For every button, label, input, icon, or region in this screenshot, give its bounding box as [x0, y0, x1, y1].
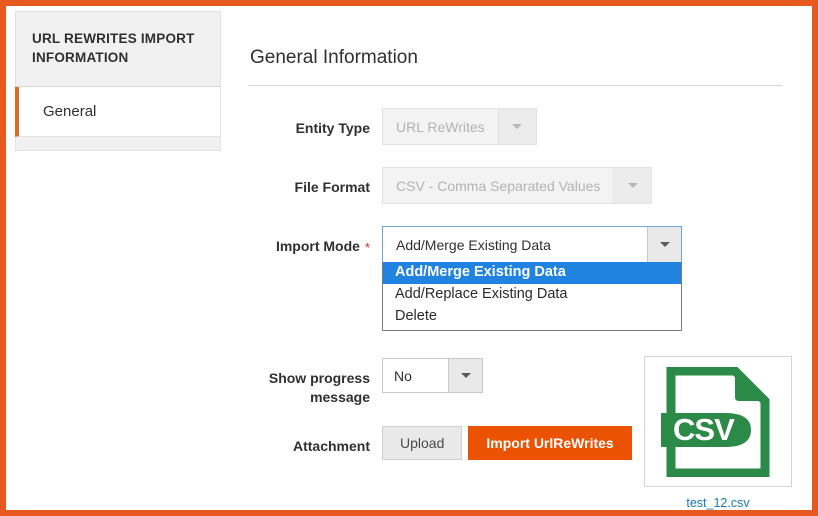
page-title: General Information	[248, 11, 782, 86]
file-format-select: CSV - Comma Separated Values	[382, 167, 652, 204]
sidebar-item-general[interactable]: General	[15, 87, 221, 137]
field-row-file-format: File Format CSV - Comma Separated Values	[248, 167, 793, 204]
csv-file-icon: CSV	[659, 367, 777, 477]
sidebar-item-label: General	[43, 103, 96, 120]
attachment-thumbnail[interactable]: CSV	[644, 356, 792, 487]
entity-type-label: Entity Type	[248, 108, 370, 138]
chevron-down-icon	[628, 183, 638, 188]
file-format-arrow	[613, 168, 651, 203]
sidebar: URL REWRITES IMPORT INFORMATION General	[15, 11, 221, 151]
import-mode-select[interactable]: Add/Merge Existing Data	[382, 226, 682, 263]
entity-type-value: URL ReWrites	[383, 109, 498, 144]
attachment-label: Attachment	[248, 426, 370, 456]
entity-type-select: URL ReWrites	[382, 108, 537, 145]
import-mode-value: Add/Merge Existing Data	[383, 227, 647, 262]
field-row-entity-type: Entity Type URL ReWrites	[248, 108, 793, 145]
show-progress-value: No	[383, 359, 448, 392]
attachment-file-name[interactable]: test_12.csv	[644, 496, 792, 510]
upload-button[interactable]: Upload	[382, 426, 462, 460]
page-content: URL REWRITES IMPORT INFORMATION General …	[6, 6, 812, 510]
show-progress-select[interactable]: No	[382, 358, 483, 393]
file-format-value: CSV - Comma Separated Values	[383, 168, 613, 203]
svg-text:CSV: CSV	[673, 412, 735, 447]
field-row-import-mode: Import Mode * Add/Merge Existing Data Add…	[248, 226, 793, 263]
show-progress-arrow[interactable]	[448, 359, 482, 392]
import-mode-arrow[interactable]	[647, 227, 681, 262]
sidebar-header-title: URL REWRITES IMPORT INFORMATION	[32, 29, 204, 67]
dropdown-option-add-merge[interactable]: Add/Merge Existing Data	[383, 262, 681, 284]
import-urlrewrites-button[interactable]: Import UrlReWrites	[468, 426, 631, 460]
show-progress-label: Show progress message	[248, 358, 370, 407]
file-format-control: CSV - Comma Separated Values	[382, 167, 652, 204]
sidebar-header: URL REWRITES IMPORT INFORMATION	[15, 11, 221, 87]
entity-type-control: URL ReWrites	[382, 108, 537, 145]
import-mode-label: Import Mode *	[248, 226, 370, 257]
chevron-down-icon	[512, 124, 522, 129]
import-mode-control: Add/Merge Existing Data Add/Merge Existi…	[382, 226, 682, 263]
dropdown-option-delete[interactable]: Delete	[383, 306, 681, 328]
chevron-down-icon	[461, 373, 471, 378]
entity-type-arrow	[498, 109, 536, 144]
chevron-down-icon	[660, 242, 670, 247]
dropdown-option-add-replace[interactable]: Add/Replace Existing Data	[383, 284, 681, 306]
required-asterisk: *	[365, 240, 370, 255]
show-progress-control: No	[382, 358, 483, 393]
page-frame: URL REWRITES IMPORT INFORMATION General …	[0, 0, 818, 516]
file-format-label: File Format	[248, 167, 370, 197]
sidebar-footer	[15, 137, 221, 151]
import-mode-label-text: Import Mode	[276, 238, 360, 254]
import-mode-dropdown-list[interactable]: Add/Merge Existing Data Add/Replace Exis…	[382, 262, 682, 331]
attachment-control: UploadImport UrlReWrites	[382, 426, 632, 460]
attachment-preview: CSV test_12.csv	[644, 356, 794, 510]
